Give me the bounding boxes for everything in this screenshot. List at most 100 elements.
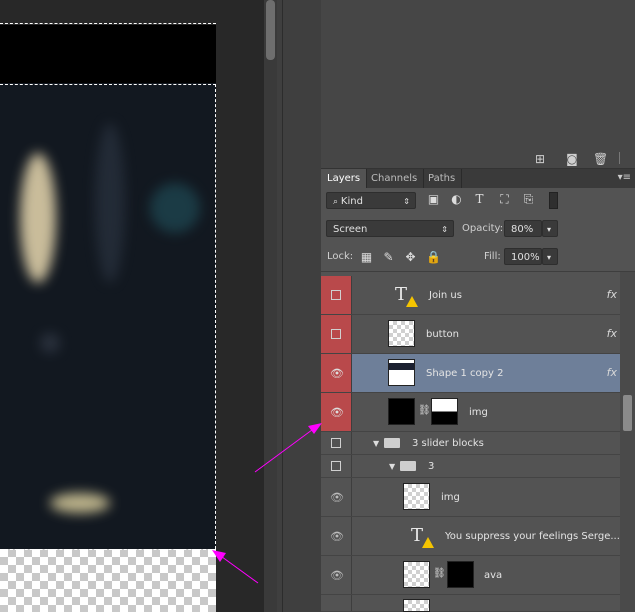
- layers-scrollbar[interactable]: [620, 272, 635, 612]
- visibility-off-icon: [331, 329, 341, 339]
- canvas-scrollbar[interactable]: [264, 0, 277, 612]
- opacity-input[interactable]: 80%: [504, 220, 542, 237]
- tab-channels[interactable]: Channels: [365, 169, 425, 188]
- eye-icon: 👁: [330, 406, 344, 419]
- layer-name[interactable]: You suppress your feelings Serge...: [445, 531, 620, 542]
- layer-thumbnail: [403, 599, 430, 612]
- layer-group-row[interactable]: ▼ 3: [321, 455, 635, 478]
- lock-transparent-icon[interactable]: ▦: [360, 251, 373, 264]
- tab-paths[interactable]: Paths: [422, 169, 463, 188]
- filter-shape-icon[interactable]: ⛶: [498, 193, 511, 206]
- visibility-toggle[interactable]: 👁: [321, 556, 352, 594]
- layer-fx-label[interactable]: fx: [607, 327, 617, 340]
- layer-name[interactable]: 3 slider blocks: [412, 438, 484, 449]
- trash-icon[interactable]: 🗑: [593, 152, 608, 166]
- filter-row: ⌕ Kind ⇕ ▣ ◐ T ⛶ ⎘: [321, 188, 635, 214]
- visibility-toggle[interactable]: 👁: [321, 478, 352, 516]
- warning-icon: [422, 537, 434, 548]
- layer-thumbnail: [403, 561, 430, 588]
- gutter-divider: [282, 0, 283, 612]
- visibility-toggle[interactable]: [321, 432, 352, 454]
- layer-name[interactable]: img: [441, 492, 460, 503]
- layer-name[interactable]: 3: [428, 461, 434, 472]
- warning-icon: [406, 296, 418, 307]
- layer-row[interactable]: 👁 ⛓ img: [321, 393, 635, 432]
- visibility-toggle[interactable]: 👁: [321, 517, 352, 555]
- visibility-off-icon: [331, 438, 341, 448]
- panel-toolbar: ⊞ ◙ 🗑: [321, 150, 635, 169]
- filter-kind-label: Kind: [340, 196, 363, 207]
- photo-highlight: [20, 153, 56, 283]
- layer-row[interactable]: T Join us fx ▾: [321, 276, 635, 315]
- visibility-toggle[interactable]: [321, 315, 352, 353]
- eye-icon: 👁: [330, 491, 344, 504]
- layer-name[interactable]: ava: [484, 570, 502, 581]
- fill-label: Fill:: [484, 251, 501, 262]
- layer-row-selected[interactable]: 👁 Shape 1 copy 2 fx ▾: [321, 354, 635, 393]
- canvas-black-band: [0, 25, 216, 83]
- filter-smartobject-icon[interactable]: ⎘: [522, 193, 535, 206]
- layer-thumbnail: [388, 398, 415, 425]
- panel-gutter: [277, 0, 322, 612]
- visibility-off-icon: [331, 290, 341, 300]
- layer-name[interactable]: Join us: [429, 290, 462, 301]
- panel-menu-icon[interactable]: ▾≡: [618, 172, 631, 183]
- layer-mask-thumbnail[interactable]: [447, 561, 474, 588]
- link-icon[interactable]: ⛓: [418, 405, 431, 416]
- panel-divider-icon: [619, 152, 630, 164]
- layer-thumbnail: [388, 320, 415, 347]
- layer-row[interactable]: 👁 T You suppress your feelings Serge...: [321, 517, 635, 556]
- filter-type-icon[interactable]: T: [473, 193, 486, 206]
- blend-mode-select[interactable]: Screen ⇕: [326, 220, 454, 237]
- visibility-off-icon: [331, 461, 341, 471]
- filter-adjustment-icon[interactable]: ◐: [450, 193, 463, 206]
- fill-input[interactable]: 100%: [504, 248, 542, 265]
- dropdown-arrows-icon: ⇕: [403, 197, 410, 206]
- eye-icon: 👁: [330, 569, 344, 582]
- link-icon[interactable]: ⛓: [433, 568, 446, 579]
- tab-layers[interactable]: Layers: [321, 169, 368, 188]
- new-layer-icon[interactable]: ⊞: [533, 152, 547, 166]
- lock-label: Lock:: [327, 251, 354, 262]
- layer-name[interactable]: Shape 1 copy 2: [426, 368, 503, 379]
- document-canvas[interactable]: [0, 0, 265, 612]
- lock-all-icon[interactable]: 🔒: [426, 251, 441, 264]
- layer-row[interactable]: [321, 595, 635, 612]
- visibility-toggle[interactable]: [321, 595, 352, 611]
- layers-panel-tabs: Layers Channels Paths ▾≡: [321, 169, 635, 189]
- visibility-toggle[interactable]: [321, 455, 352, 477]
- opacity-label: Opacity:: [462, 223, 504, 234]
- canvas-scrollbar-thumb[interactable]: [266, 0, 275, 60]
- visibility-toggle[interactable]: [321, 276, 352, 314]
- layer-mask-thumbnail[interactable]: [431, 398, 458, 425]
- visibility-toggle[interactable]: 👁: [321, 354, 352, 392]
- selection-edge-top: [0, 23, 216, 24]
- filter-pixel-icon[interactable]: ▣: [427, 193, 440, 206]
- folder-icon: [400, 461, 416, 471]
- fill-dropdown-icon[interactable]: ▾: [542, 248, 558, 265]
- layers-scrollbar-thumb[interactable]: [623, 395, 632, 431]
- camera-icon[interactable]: ◙: [565, 152, 579, 166]
- group-expand-icon[interactable]: ▼: [373, 439, 379, 448]
- canvas-photo: [0, 83, 216, 549]
- search-icon: ⌕: [333, 197, 341, 207]
- layer-group-row[interactable]: ▼ 3 slider blocks: [321, 432, 635, 455]
- lock-brush-icon[interactable]: ✎: [382, 251, 395, 264]
- layer-row[interactable]: 👁 ⛓ ava: [321, 556, 635, 595]
- dropdown-arrows-icon: ⇕: [441, 225, 448, 234]
- layer-name[interactable]: button: [426, 329, 459, 340]
- layer-fx-label[interactable]: fx: [607, 366, 617, 379]
- lock-move-icon[interactable]: ✥: [404, 251, 417, 264]
- filter-kind-select[interactable]: ⌕ Kind ⇕: [326, 192, 416, 209]
- layer-row[interactable]: button fx ▾: [321, 315, 635, 354]
- photo-bottom-light: [50, 493, 110, 513]
- layer-fx-label[interactable]: fx: [607, 288, 617, 301]
- transparent-area: [0, 549, 216, 612]
- filter-toggle-switch[interactable]: [549, 192, 558, 209]
- group-expand-icon[interactable]: ▼: [389, 462, 395, 471]
- visibility-toggle[interactable]: 👁: [321, 393, 352, 431]
- opacity-dropdown-icon[interactable]: ▾: [542, 220, 558, 237]
- layer-thumbnail: [388, 359, 415, 386]
- layer-name[interactable]: img: [469, 407, 488, 418]
- layer-row[interactable]: 👁 img: [321, 478, 635, 517]
